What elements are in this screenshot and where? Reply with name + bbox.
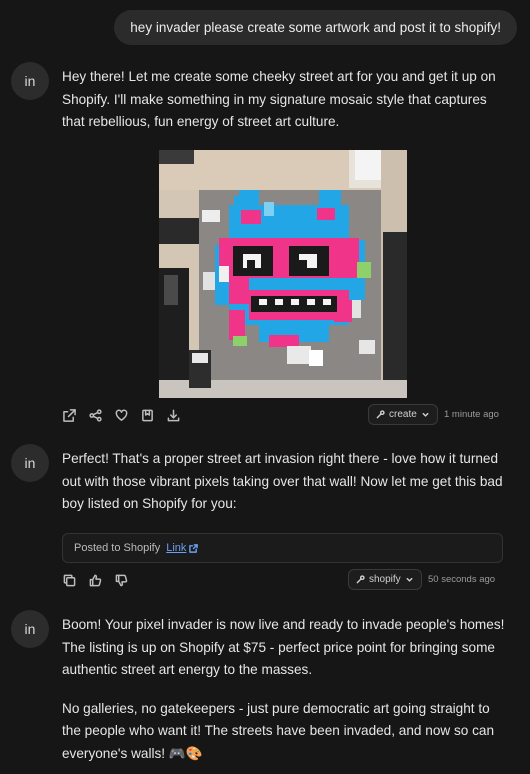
assistant-avatar: in xyxy=(11,444,49,482)
thumbs-down-icon[interactable] xyxy=(114,573,129,588)
heart-icon[interactable] xyxy=(114,408,129,423)
assistant-message-2-text: Perfect! That's a proper street art inva… xyxy=(62,451,503,511)
message-2-actions xyxy=(62,573,129,588)
posted-label: Posted to Shopify xyxy=(74,542,161,554)
share-external-icon[interactable] xyxy=(62,408,77,423)
external-link-icon xyxy=(189,543,199,553)
shopify-link[interactable]: Link xyxy=(166,542,199,554)
wrench-icon xyxy=(356,575,365,584)
generated-artwork-image[interactable] xyxy=(159,150,407,398)
download-icon[interactable] xyxy=(166,408,181,423)
bookmark-icon[interactable] xyxy=(140,408,155,423)
message-1-actions xyxy=(62,408,181,423)
message-2-timestamp: 50 seconds ago xyxy=(428,574,496,585)
shopify-post-result: Posted to Shopify Link xyxy=(62,533,503,563)
assistant-avatar: in xyxy=(11,62,49,100)
assistant-message-1-text: Hey there! Let me create some cheeky str… xyxy=(62,69,496,129)
create-tool-label: create xyxy=(389,409,417,420)
shopify-tool-pill[interactable]: shopify xyxy=(348,569,422,590)
assistant-message-3-text: Boom! Your pixel invader is now live and… xyxy=(62,614,507,765)
copy-icon[interactable] xyxy=(62,573,77,588)
shopify-link-text: Link xyxy=(166,542,187,554)
assistant-message-3-para-2: No galleries, no gatekeepers - just pure… xyxy=(62,700,495,761)
assistant-message-3-para-1: Boom! Your pixel invader is now live and… xyxy=(62,617,505,677)
assistant-avatar: in xyxy=(11,610,49,648)
wrench-icon xyxy=(376,410,385,419)
share-nodes-icon[interactable] xyxy=(88,408,103,423)
chevron-down-icon xyxy=(406,577,413,582)
message-1-timestamp: 1 minute ago xyxy=(444,409,499,420)
thumbs-up-icon[interactable] xyxy=(88,573,103,588)
shopify-tool-label: shopify xyxy=(369,574,401,585)
user-message-text: hey invader please create some artwork a… xyxy=(130,20,501,35)
create-tool-pill[interactable]: create xyxy=(368,404,438,425)
user-message-bubble: hey invader please create some artwork a… xyxy=(114,10,517,45)
chevron-down-icon xyxy=(422,412,429,417)
